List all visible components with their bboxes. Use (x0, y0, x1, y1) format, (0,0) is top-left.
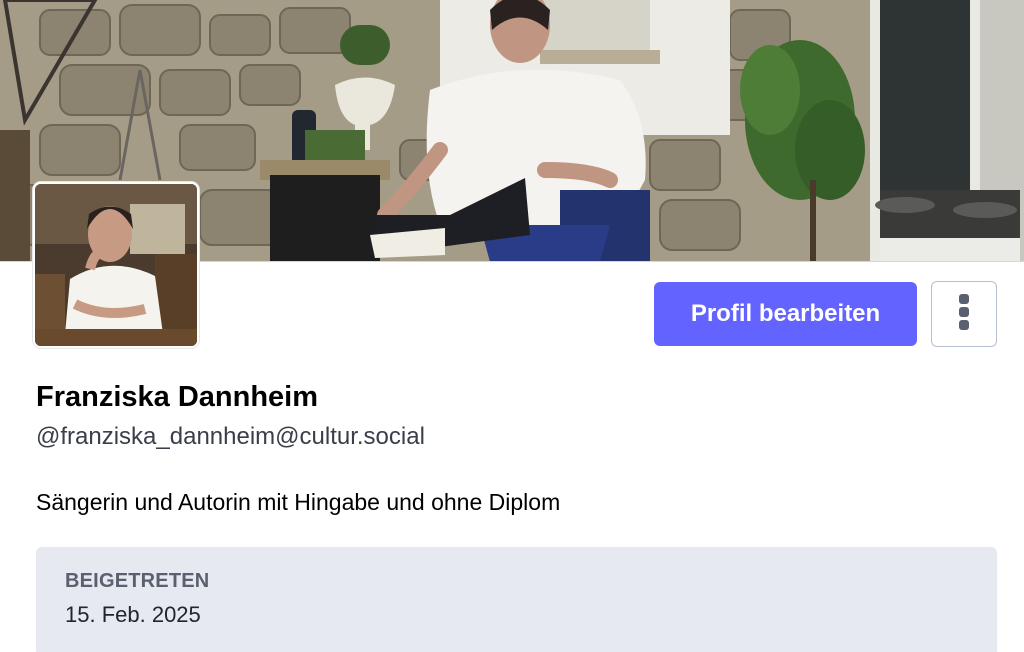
more-options-button[interactable] (931, 281, 997, 347)
joined-label: BEIGETRETEN (65, 570, 210, 592)
edit-profile-button[interactable]: Profil bearbeiten (654, 282, 917, 346)
display-name: Franziska Dannheim (36, 381, 319, 413)
profile-fields: BEIGETRETEN 15. Feb. 2025 (36, 547, 997, 652)
joined-date: 15. Feb. 2025 (65, 602, 201, 627)
account-handle: @franziska_dannheim@cultur.social (36, 423, 425, 450)
kebab-vertical-icon (958, 293, 970, 336)
profile-avatar[interactable] (33, 182, 199, 348)
profile-bio: Sängerin und Autorin mit Hingabe und ohn… (36, 489, 561, 515)
